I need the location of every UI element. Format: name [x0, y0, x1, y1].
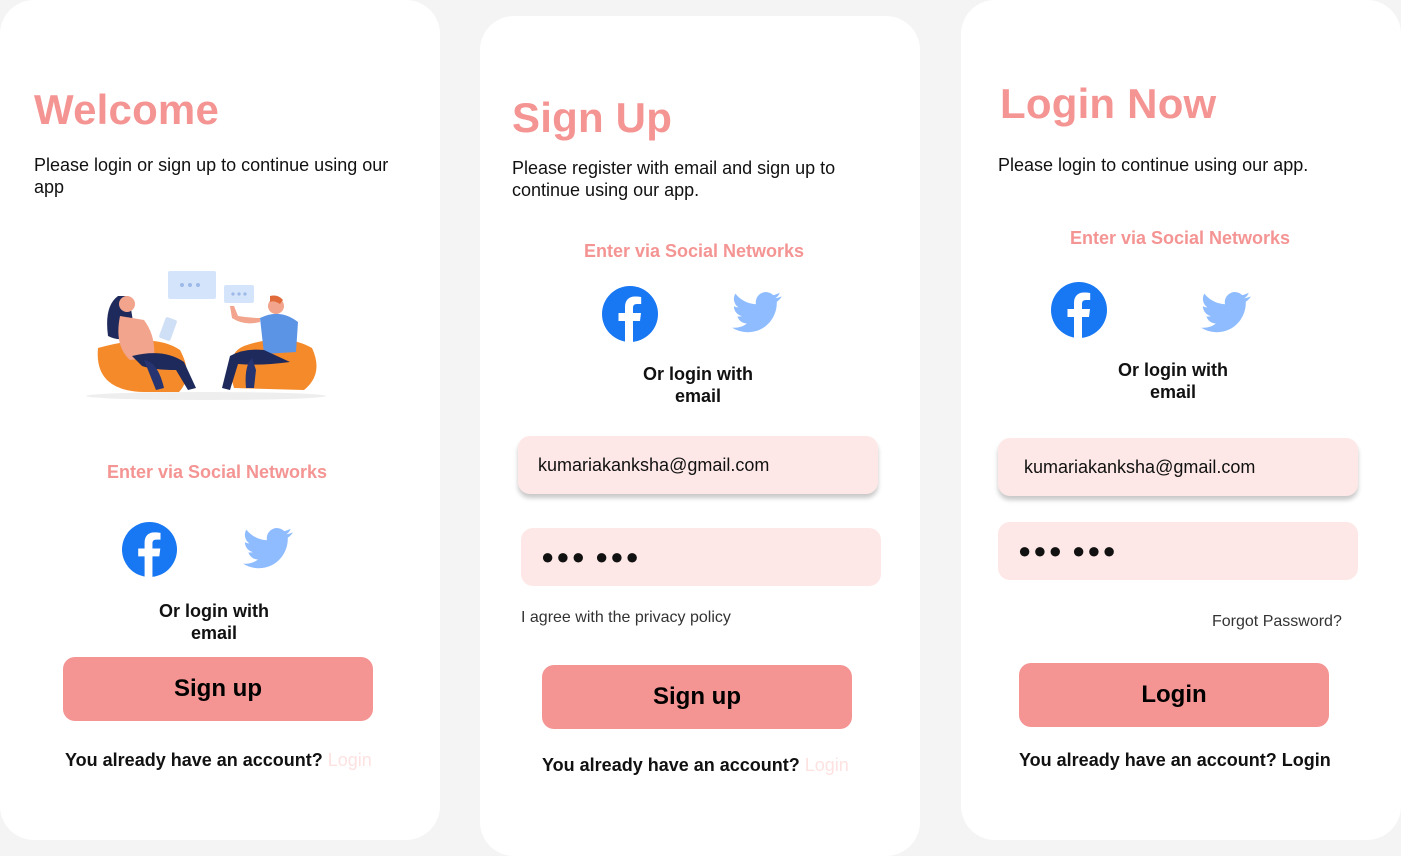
email-field[interactable]: kumariakanksha@gmail.com — [518, 436, 878, 494]
signup-button[interactable]: Sign up — [63, 657, 373, 721]
page-subtitle: Please login to continue using our app. — [998, 155, 1309, 175]
illustration-people-chatting — [84, 266, 330, 402]
already-have-account-text: You already have an account? — [542, 755, 800, 775]
login-link[interactable]: Login — [328, 750, 372, 770]
twitter-icon[interactable] — [1198, 287, 1254, 337]
or-login-with-email-text: Or login with email — [1118, 360, 1228, 402]
email-field[interactable]: kumariakanksha@gmail.com — [998, 438, 1358, 496]
social-networks-title: Enter via Social Networks — [1069, 228, 1291, 248]
already-have-account-text: You already have an account? — [1019, 750, 1277, 770]
page-title: Sign Up — [512, 94, 673, 141]
signup-button[interactable]: Sign up — [542, 665, 852, 729]
login-button[interactable]: Login — [1019, 663, 1329, 727]
welcome-card: Welcome Please login or sign up to conti… — [0, 0, 440, 840]
login-link[interactable]: Login — [805, 755, 849, 775]
page-title: Login Now — [1000, 80, 1217, 127]
footer-account-text: You already have an account? Login — [65, 750, 372, 771]
footer-account-text: You already have an account? Login — [542, 755, 849, 776]
twitter-icon[interactable] — [240, 523, 296, 573]
already-have-account-text: You already have an account? — [65, 750, 323, 770]
password-field[interactable]: ●●● ●●● — [998, 522, 1358, 580]
social-networks-title: Enter via Social Networks — [583, 241, 805, 261]
or-login-with-email-text: Or login with email — [159, 601, 269, 643]
social-networks-title: Enter via Social Networks — [106, 462, 328, 482]
privacy-policy-agreement[interactable]: I agree with the privacy policy — [521, 609, 731, 627]
page-subtitle: Please login or sign up to continue usin… — [34, 155, 389, 197]
password-field[interactable]: ●●● ●●● — [521, 528, 881, 586]
facebook-icon[interactable] — [1051, 282, 1107, 338]
login-link[interactable]: Login — [1282, 750, 1331, 770]
facebook-icon[interactable] — [602, 286, 658, 342]
login-card: Login Now Please login to continue using… — [961, 0, 1401, 840]
forgot-password-link[interactable]: Forgot Password? — [1212, 613, 1342, 631]
twitter-icon[interactable] — [729, 287, 785, 337]
or-login-with-email-text: Or login with email — [643, 364, 753, 406]
signup-card: Sign Up Please register with email and s… — [480, 16, 920, 856]
facebook-icon[interactable] — [122, 522, 177, 577]
page-subtitle: Please register with email and sign up t… — [512, 158, 836, 200]
page-title: Welcome — [34, 86, 220, 133]
footer-account-text: You already have an account? Login — [1019, 750, 1331, 771]
